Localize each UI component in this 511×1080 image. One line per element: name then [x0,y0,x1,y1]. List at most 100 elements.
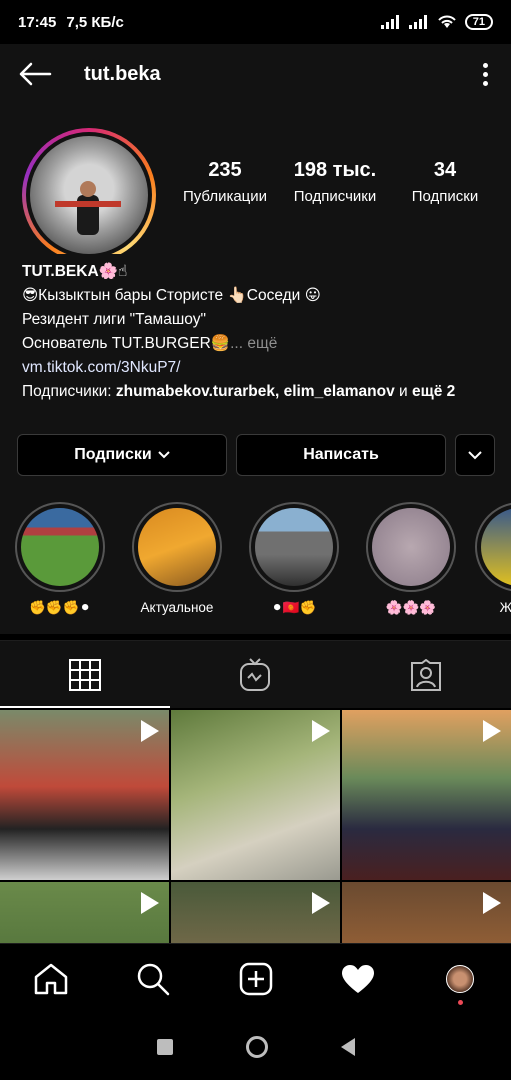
highlight-image [138,508,216,586]
avatar-figure [55,181,122,235]
igtv-icon [240,657,271,691]
highlight-label: Актуальное [140,600,214,615]
stat-posts[interactable]: 235 Публикации [170,159,280,205]
profile-stats: 235 Публикации 198 тыс. Подписчики 34 По… [170,159,500,205]
avatar-image [30,136,148,254]
followed-by-more: ещё 2 [412,383,456,400]
stat-following-value: 34 [433,159,457,181]
bottom-navigation [0,943,511,1013]
bio-line-1: 😎Кызыктын бары Стористе 👆🏻Соседи 😛 [22,287,321,304]
highlight-ring [132,502,222,592]
chevron-down-icon [468,450,482,459]
battery-indicator: 71 [464,14,493,30]
stat-posts-value: 235 [208,159,242,181]
nav-search[interactable] [102,944,204,1013]
nav-activity[interactable] [307,944,409,1013]
profile-username: tut.beka [84,62,161,85]
status-speed: 7,5 КБ/с [66,13,124,31]
system-navigation [0,1013,511,1080]
bio: TUT.BEKA🌸☝ 😎Кызыктын бары Стористе 👆🏻Сос… [22,260,492,404]
profile-actions: Подписки Написать [0,424,511,494]
recents-button[interactable] [156,1038,173,1055]
play-icon [141,720,159,742]
highlight-image [372,508,450,586]
more-dot [482,71,488,77]
profile-tabs [0,640,511,708]
highlight-item[interactable]: ✊✊✊⚫ [10,502,110,616]
post-thumbnail[interactable] [171,882,340,943]
home-button[interactable] [245,1035,268,1058]
tab-tagged[interactable] [341,641,511,708]
stat-following[interactable]: 34 Подписки [390,159,500,205]
heart-icon [341,964,374,993]
tab-igtv[interactable] [170,641,340,708]
app-header: tut.beka [0,44,511,104]
highlight-image [481,508,511,586]
grid-icon [69,658,102,691]
signal-icon-2 [408,15,427,29]
profile-avatar-icon [445,964,474,993]
highlight-ring [249,502,339,592]
more-vertical-icon [482,62,488,68]
back-system-button[interactable] [340,1037,355,1056]
post-thumbnail[interactable] [0,882,169,943]
play-icon [483,720,501,742]
following-button-label: Подписки [74,446,152,463]
nav-profile[interactable] [409,944,511,1013]
post-thumbnail[interactable] [342,710,511,880]
bio-name: TUT.BEKA🌸☝ [22,263,128,280]
highlight-item[interactable]: Жизнь [470,502,511,615]
more-options-button[interactable] [475,59,495,89]
highlight-ring [15,502,105,592]
home-icon [34,963,68,994]
play-icon [483,892,501,914]
profile-avatar[interactable] [22,128,156,262]
following-button[interactable]: Подписки [17,434,227,476]
stat-followers-value: 198 тыс. [293,159,377,181]
post-thumbnail[interactable] [0,710,169,880]
stat-followers[interactable]: 198 тыс. Подписчики [280,159,390,205]
highlight-label: Жизнь [499,600,511,615]
back-button[interactable] [0,44,70,104]
suggested-accounts-button[interactable] [455,434,495,476]
signal-icon [380,15,399,29]
bio-line-3: Основатель TUT.BURGER🍔... ещё [22,332,492,356]
posts-grid [0,710,511,943]
avatar-frame [26,132,152,258]
status-bar: 17:45 7,5 КБ/с 71 [0,0,511,44]
bio-line-2: Резидент лиги "Тамашоу" [22,311,206,328]
highlight-label: ⚫🇰🇬✊ [271,600,317,615]
play-icon [312,892,330,914]
nav-new-post[interactable] [204,944,306,1013]
add-icon [239,962,272,995]
stat-posts-label: Публикации [182,188,268,205]
notification-dot [457,1000,463,1005]
bio-website-link[interactable]: vm.tiktok.com/3NkuP7/ [22,356,492,380]
wifi-icon [438,15,456,28]
stat-following-label: Подписки [411,188,479,205]
followed-by-names: zhumabekov.turarbek, elim_elamanov [115,383,395,400]
play-icon [312,720,330,742]
highlight-item[interactable]: ⚫🇰🇬✊ [244,502,344,616]
highlight-ring [366,502,456,592]
message-button[interactable]: Написать [236,434,446,476]
status-time: 17:45 [18,13,57,31]
post-thumbnail[interactable] [342,882,511,943]
tagged-icon [410,658,441,691]
followed-by-prefix: Подписчики: [22,383,116,400]
highlight-image [255,508,333,586]
bio-line-3-text: Основатель TUT.BURGER🍔 [22,335,231,352]
highlight-item[interactable]: Актуальное [127,502,227,615]
nav-home[interactable] [0,944,102,1013]
play-icon [141,892,159,914]
bio-more-link[interactable]: ... ещё [230,335,277,352]
post-thumbnail[interactable] [171,710,340,880]
tab-grid[interactable] [0,641,171,708]
profile-header: 235 Публикации 198 тыс. Подписчики 34 По… [0,104,511,262]
followed-by-and: и [394,383,412,400]
stat-followers-label: Подписчики [293,188,377,205]
highlight-item[interactable]: 🌸🌸🌸 [361,502,461,616]
story-highlights: ✊✊✊⚫ Актуальное ⚫🇰🇬✊ 🌸🌸🌸 Жизнь [0,494,511,634]
chevron-down-icon [158,451,170,459]
followed-by[interactable]: Подписчики: zhumabekov.turarbek, elim_el… [22,380,492,404]
